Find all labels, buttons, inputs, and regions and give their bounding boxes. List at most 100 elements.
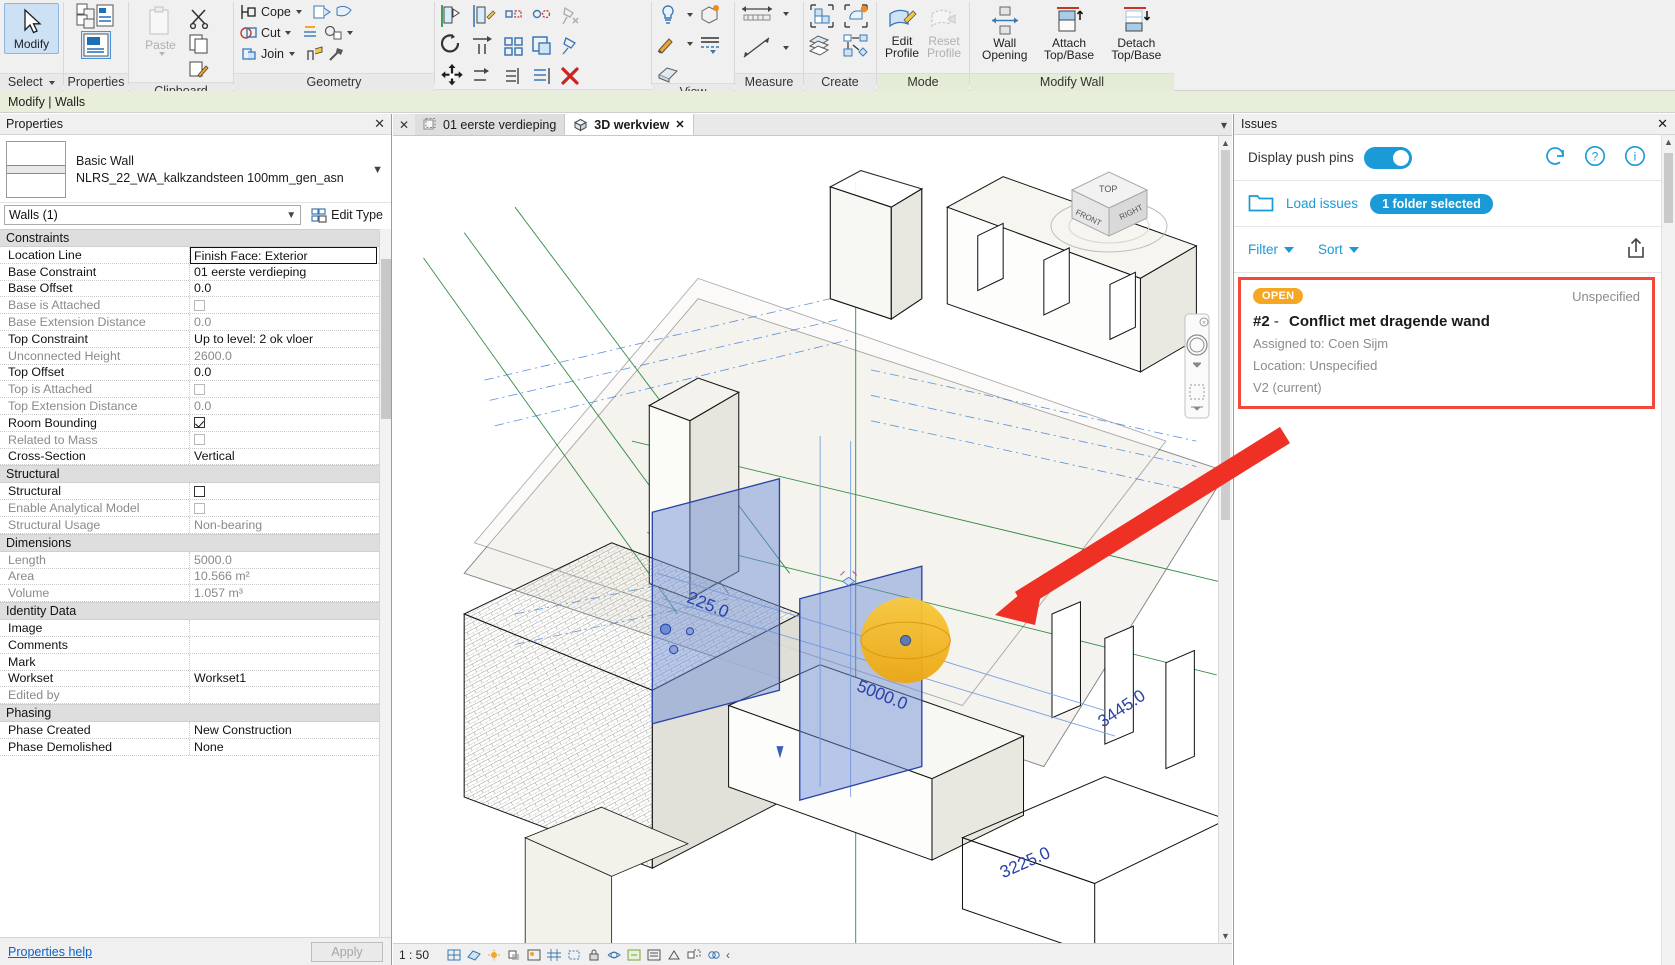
element-selector[interactable]: Walls (1) ▼ xyxy=(4,205,302,225)
close-icon[interactable]: ✕ xyxy=(675,118,684,131)
join-caret-icon[interactable] xyxy=(288,52,295,56)
modify-button[interactable]: Modify xyxy=(4,3,59,54)
highlight-displacement-icon[interactable] xyxy=(686,947,701,962)
hide-analytical-icon[interactable] xyxy=(666,947,681,962)
property-value[interactable]: 0.0 xyxy=(190,365,379,381)
edit-profile-button[interactable]: Edit Profile xyxy=(881,3,923,62)
property-group-header[interactable]: Identity Data xyxy=(0,602,379,621)
property-row[interactable]: Top Constraint Up to level: 2 ok vloer xyxy=(0,330,379,348)
property-value[interactable]: New Construction xyxy=(190,722,379,738)
measure-along-caret-icon[interactable] xyxy=(783,46,789,50)
property-value[interactable] xyxy=(190,297,379,313)
chevron-down-icon[interactable]: ▼ xyxy=(372,164,385,176)
scroll-thumb[interactable] xyxy=(1664,153,1673,223)
scroll-thumb[interactable] xyxy=(1221,150,1230,520)
reveal-hidden-icon[interactable] xyxy=(656,3,680,27)
properties-help-link[interactable]: Properties help xyxy=(8,945,92,959)
issue-card[interactable]: OPEN Unspecified #2 - Conflict met drage… xyxy=(1238,277,1655,409)
property-value[interactable]: 1.057 m³ xyxy=(190,585,379,601)
property-value[interactable] xyxy=(190,620,379,636)
cutaway-icon[interactable] xyxy=(656,61,680,83)
array-icon[interactable] xyxy=(503,35,525,57)
trim-extend-icon[interactable] xyxy=(471,33,497,59)
show-crop-icon[interactable] xyxy=(566,947,581,962)
copy-icon[interactable] xyxy=(188,31,210,56)
view-cube[interactable]: TOP FRONT RIGHT xyxy=(1037,148,1187,268)
property-row[interactable]: Structural xyxy=(0,483,379,501)
help-icon[interactable]: ? xyxy=(1583,144,1607,171)
property-row[interactable]: Comments xyxy=(0,636,379,654)
sort-dropdown[interactable]: Sort xyxy=(1318,242,1359,257)
folder-selected-badge[interactable]: 1 folder selected xyxy=(1370,193,1493,214)
issues-scrollbar[interactable]: ▲ xyxy=(1661,135,1675,965)
property-value[interactable]: Workset1 xyxy=(190,671,379,687)
property-value[interactable]: 10.566 m² xyxy=(190,569,379,585)
property-value[interactable] xyxy=(190,500,379,516)
display-push-pins-toggle[interactable] xyxy=(1363,146,1412,169)
cut-scissors-icon[interactable] xyxy=(188,5,210,30)
property-value[interactable]: None xyxy=(190,739,379,755)
canvas-vertical-scrollbar[interactable]: ▲ ▼ xyxy=(1218,136,1232,943)
create-group-icon[interactable] xyxy=(808,33,836,59)
cut-caret-icon[interactable] xyxy=(285,31,292,35)
share-upload-icon[interactable] xyxy=(1625,236,1647,263)
chevron-down-icon[interactable]: ▼ xyxy=(286,210,296,221)
mirror-draw-icon[interactable] xyxy=(531,5,553,27)
property-row[interactable]: Volume 1.057 m³ xyxy=(0,585,379,603)
property-row[interactable]: Top is Attached xyxy=(0,381,379,399)
reveal-caret-icon[interactable] xyxy=(687,13,693,17)
property-row[interactable]: Cross-Section Vertical xyxy=(0,448,379,466)
paintbrush-caret-icon[interactable] xyxy=(687,42,693,46)
scroll-down-icon[interactable]: ▼ xyxy=(1219,929,1232,943)
checkbox[interactable] xyxy=(194,502,205,514)
property-row[interactable]: Enable Analytical Model xyxy=(0,500,379,517)
property-row[interactable]: Base Extension Distance 0.0 xyxy=(0,314,379,331)
property-value[interactable] xyxy=(190,483,379,499)
property-value[interactable]: 2600.0 xyxy=(190,348,379,364)
property-value[interactable] xyxy=(190,637,379,653)
cope-button[interactable]: Cope xyxy=(238,3,304,21)
property-row[interactable]: Structural Usage Non-bearing xyxy=(0,516,379,534)
scale-icon[interactable] xyxy=(531,35,553,57)
wall-opening-button[interactable]: Wall Opening xyxy=(974,3,1035,64)
property-value[interactable] xyxy=(190,381,379,397)
navigation-bar[interactable]: × xyxy=(1182,311,1212,421)
shadows-icon[interactable] xyxy=(506,947,521,962)
property-row[interactable]: Base Constraint 01 eerste verdieping xyxy=(0,263,379,281)
view-tab-3d-werkview[interactable]: 3D werkview ✕ xyxy=(565,114,694,135)
measure-between-icon[interactable] xyxy=(739,3,779,25)
sun-path-icon[interactable] xyxy=(486,947,501,962)
property-row[interactable]: Top Extension Distance 0.0 xyxy=(0,398,379,415)
view-tab-01-eerste-verdieping[interactable]: 01 eerste verdieping xyxy=(415,114,566,135)
info-icon[interactable]: i xyxy=(1623,144,1647,171)
align-rows-icon[interactable] xyxy=(531,65,553,87)
demolish-hammer-icon[interactable] xyxy=(327,45,347,63)
demolish-caret-icon[interactable] xyxy=(347,31,354,35)
linework-icon[interactable] xyxy=(698,32,722,56)
mirror-pick-icon[interactable] xyxy=(503,5,525,27)
detach-top-base-button[interactable]: Detach Top/Base xyxy=(1103,3,1170,64)
close-icon[interactable]: ✕ xyxy=(374,116,385,132)
measure-along-icon[interactable] xyxy=(739,35,779,61)
detail-level-icon[interactable] xyxy=(446,947,461,962)
copy-move-icon[interactable] xyxy=(503,65,525,87)
create-similar-icon[interactable] xyxy=(808,3,836,29)
property-row[interactable]: Base is Attached xyxy=(0,297,379,315)
property-row[interactable]: Mark xyxy=(0,653,379,671)
checkbox[interactable] xyxy=(194,485,205,497)
move-icon[interactable] xyxy=(439,63,465,89)
lock-3d-view-icon[interactable] xyxy=(586,947,601,962)
cut-button[interactable]: Cut xyxy=(238,24,293,42)
match-type-icon[interactable] xyxy=(188,57,210,82)
filter-dropdown[interactable]: Filter xyxy=(1248,242,1294,257)
create-assembly-icon[interactable] xyxy=(842,33,870,59)
tab-overflow-icon[interactable]: ▾ xyxy=(1216,114,1232,135)
attach-top-base-button[interactable]: Attach Top/Base xyxy=(1035,3,1102,64)
property-value[interactable] xyxy=(190,432,379,448)
property-group-header[interactable]: Phasing xyxy=(0,704,379,723)
property-value[interactable]: Non-bearing xyxy=(190,517,379,533)
align-icon[interactable] xyxy=(439,3,465,29)
property-value[interactable]: 5000.0 xyxy=(190,552,379,568)
checkbox[interactable] xyxy=(194,299,205,311)
worksharing-display-icon[interactable] xyxy=(706,947,721,962)
